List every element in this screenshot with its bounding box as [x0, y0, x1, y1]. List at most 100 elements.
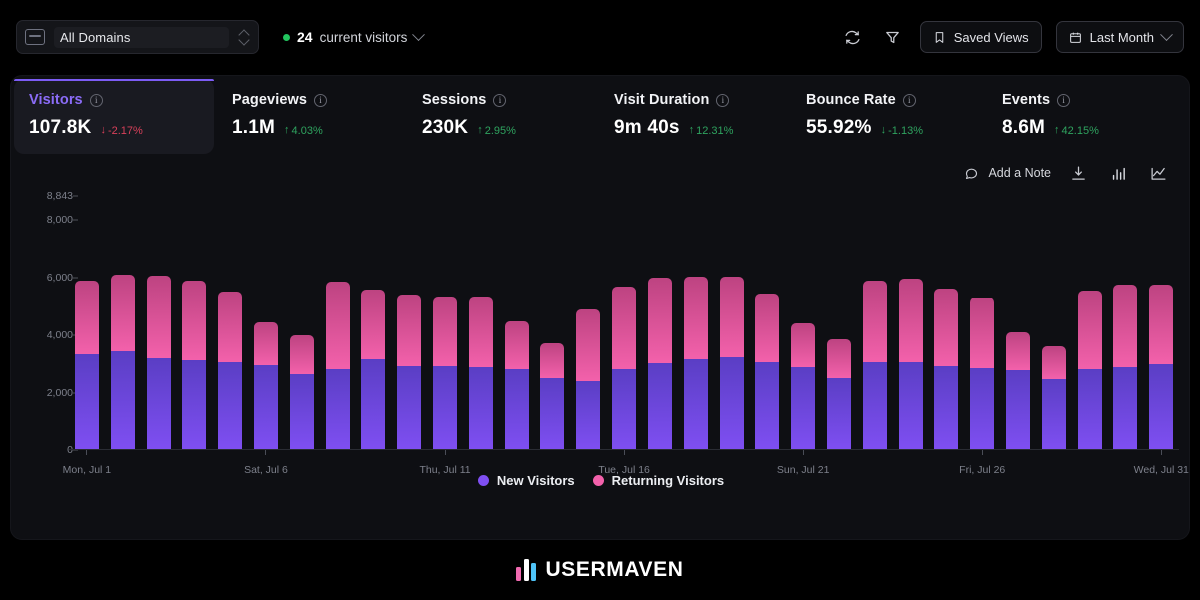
bar-column[interactable] — [212, 196, 248, 450]
bar-column[interactable] — [356, 196, 392, 450]
live-status-dot — [283, 33, 290, 41]
bar-column[interactable] — [427, 196, 463, 450]
metric-card-title: Sessions — [422, 92, 487, 108]
bar-column[interactable] — [964, 196, 1000, 450]
bar-column[interactable] — [570, 196, 606, 450]
bar-chart-toggle[interactable] — [1105, 160, 1131, 186]
stacked-bar[interactable] — [1006, 332, 1031, 450]
stacked-bar[interactable] — [1041, 346, 1066, 450]
bar-column[interactable] — [391, 196, 427, 450]
bar-column[interactable] — [749, 196, 785, 450]
bar-column[interactable] — [678, 196, 714, 450]
stacked-bar[interactable] — [970, 297, 995, 450]
bar-column[interactable] — [929, 196, 965, 450]
stacked-bar[interactable] — [862, 281, 887, 450]
stacked-bar[interactable] — [1149, 285, 1174, 450]
bar-column[interactable] — [105, 196, 141, 450]
stacked-bar[interactable] — [218, 291, 243, 450]
legend-item[interactable]: New Visitors — [477, 473, 575, 488]
stacked-bar[interactable] — [1077, 290, 1102, 450]
bar-column[interactable] — [857, 196, 893, 450]
metric-card-title: Bounce Rate — [806, 92, 896, 108]
stacked-bar[interactable] — [683, 277, 708, 450]
stacked-bar[interactable] — [110, 275, 135, 450]
bar-segment-new-visitors — [791, 366, 816, 450]
bar-column[interactable] — [463, 196, 499, 450]
add-note-button[interactable]: Add a Note — [964, 166, 1051, 181]
bar-column[interactable] — [1036, 196, 1072, 450]
stacked-bar[interactable] — [146, 275, 171, 450]
stacked-bar[interactable] — [253, 321, 278, 450]
stacked-bar[interactable] — [934, 288, 959, 450]
stacked-bar[interactable] — [74, 281, 99, 450]
bar-column[interactable] — [1143, 196, 1179, 450]
bar-column[interactable] — [535, 196, 571, 450]
bar-column[interactable] — [499, 196, 535, 450]
bar-column[interactable] — [893, 196, 929, 450]
bar-column[interactable] — [1072, 196, 1108, 450]
saved-views-button[interactable]: Saved Views — [919, 21, 1042, 53]
metric-card-bounce-rate[interactable]: Bounce Rate i 55.92% ↓ -1.13% — [788, 76, 984, 154]
metric-card-delta: ↓ -2.17% — [100, 125, 142, 137]
bar-segment-new-visitors — [504, 369, 529, 450]
stacked-bar[interactable] — [504, 321, 529, 450]
bar-column[interactable] — [1000, 196, 1036, 450]
filter-button[interactable] — [880, 24, 906, 50]
info-icon[interactable]: i — [493, 93, 507, 107]
info-icon[interactable]: i — [1057, 93, 1071, 107]
download-button[interactable] — [1065, 160, 1091, 186]
current-visitors-indicator[interactable]: 24 current visitors — [283, 27, 426, 45]
bar-column[interactable] — [642, 196, 678, 450]
usermaven-logo-icon — [516, 559, 537, 581]
bar-column[interactable] — [248, 196, 284, 450]
stacked-bar[interactable] — [433, 297, 458, 450]
bar-column[interactable] — [320, 196, 356, 450]
info-icon[interactable]: i — [314, 93, 328, 107]
stacked-bar[interactable] — [755, 294, 780, 450]
bar-segment-returning-visitors — [1041, 346, 1066, 379]
bar-column[interactable] — [785, 196, 821, 450]
stacked-bar[interactable] — [540, 342, 565, 450]
stacked-bar[interactable] — [182, 281, 207, 450]
stacked-bar[interactable] — [898, 278, 923, 450]
stacked-bar[interactable] — [826, 339, 851, 450]
domain-selector-value: All Domains — [54, 26, 229, 48]
stacked-bar[interactable] — [719, 277, 744, 450]
brand-name: USERMAVEN — [545, 558, 684, 581]
metric-card-pageviews[interactable]: Pageviews i 1.1M ↑ 4.03% — [214, 76, 404, 154]
date-range-selector[interactable]: Last Month — [1055, 21, 1184, 53]
stacked-bar[interactable] — [361, 289, 386, 450]
stacked-bar[interactable] — [325, 281, 350, 450]
stacked-bar[interactable] — [1113, 284, 1138, 450]
stacked-bar[interactable] — [289, 335, 314, 450]
bar-segment-returning-visitors — [504, 321, 529, 370]
bar-column[interactable] — [176, 196, 212, 450]
bar-column[interactable] — [284, 196, 320, 450]
bar-column[interactable] — [1108, 196, 1144, 450]
stacked-bar[interactable] — [791, 323, 816, 450]
bar-column[interactable] — [714, 196, 750, 450]
stacked-bar[interactable] — [576, 309, 601, 450]
bar-segment-new-visitors — [182, 360, 207, 450]
metric-card-events[interactable]: Events i 8.6M ↑ 42.15% — [984, 76, 1174, 154]
bar-column[interactable] — [821, 196, 857, 450]
bar-column[interactable] — [69, 196, 105, 450]
bar-segment-returning-visitors — [110, 275, 135, 352]
metric-card-sessions[interactable]: Sessions i 230K ↑ 2.95% — [404, 76, 596, 154]
info-icon[interactable]: i — [716, 93, 730, 107]
legend-item[interactable]: Returning Visitors — [592, 473, 724, 488]
bar-column[interactable] — [141, 196, 177, 450]
domain-selector[interactable]: All Domains — [16, 20, 259, 54]
stacked-bar[interactable] — [468, 297, 493, 450]
stacked-bar[interactable] — [647, 277, 672, 450]
bar-column[interactable] — [606, 196, 642, 450]
stacked-bar[interactable] — [612, 286, 637, 450]
line-chart-toggle[interactable] — [1145, 160, 1171, 186]
metric-card-value: 107.8K — [29, 117, 92, 138]
stacked-bar[interactable] — [397, 294, 422, 450]
info-icon[interactable]: i — [902, 93, 916, 107]
refresh-button[interactable] — [840, 24, 866, 50]
metric-card-visit-duration[interactable]: Visit Duration i 9m 40s ↑ 12.31% — [596, 76, 788, 154]
info-icon[interactable]: i — [89, 93, 103, 107]
metric-card-visitors[interactable]: Visitors i 107.8K ↓ -2.17% — [14, 79, 214, 154]
